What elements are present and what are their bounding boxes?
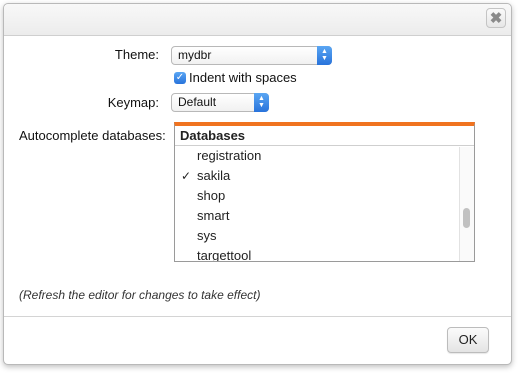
chevron-up-down-icon: ▲ ▼ xyxy=(254,93,269,112)
list-item[interactable]: targettool xyxy=(175,246,459,262)
theme-select-value: mydbr xyxy=(178,48,212,62)
chevron-up-down-icon: ▲ ▼ xyxy=(317,46,332,65)
scrollbar-thumb[interactable] xyxy=(463,208,470,228)
refresh-note: (Refresh the editor for changes to take … xyxy=(19,288,261,302)
indent-label: Indent with spaces xyxy=(189,70,297,85)
list-item[interactable]: ✓ sakila xyxy=(175,166,459,186)
autocomplete-label: Autocomplete databases: xyxy=(19,128,166,143)
list-item[interactable]: registration xyxy=(175,146,459,166)
indent-checkbox[interactable]: ✓ xyxy=(174,72,186,84)
settings-dialog: ✖ Theme: mydbr ▲ ▼ ✓ Indent with spaces K… xyxy=(3,3,512,365)
checkmark-icon: ✓ xyxy=(181,169,192,183)
listbox-scrollbar[interactable] xyxy=(459,147,474,261)
keymap-label: Keymap: xyxy=(107,95,159,110)
list-item-label: shop xyxy=(197,188,226,203)
close-button[interactable]: ✖ xyxy=(486,8,506,28)
list-item-label: sakila xyxy=(197,168,231,183)
ok-button[interactable]: OK xyxy=(447,327,489,353)
databases-header: Databases xyxy=(175,126,474,146)
footer-divider xyxy=(4,316,511,317)
list-item-label: registration xyxy=(197,148,262,163)
theme-label: Theme: xyxy=(114,47,159,62)
databases-listbox[interactable]: Databases registration ✓ sakila shop sma… xyxy=(174,122,475,262)
list-item-label: sys xyxy=(197,228,217,243)
list-item-label: targettool xyxy=(197,248,252,262)
list-item[interactable]: sys xyxy=(175,226,459,246)
keymap-select-value: Default xyxy=(178,95,217,109)
list-item[interactable]: smart xyxy=(175,206,459,226)
close-icon: ✖ xyxy=(489,10,503,27)
list-item-label: smart xyxy=(197,208,230,223)
dialog-titlebar: ✖ xyxy=(4,4,511,36)
keymap-select[interactable]: Default ▲ ▼ xyxy=(171,93,269,112)
list-item[interactable]: shop xyxy=(175,186,459,206)
theme-select[interactable]: mydbr ▲ ▼ xyxy=(171,46,332,65)
